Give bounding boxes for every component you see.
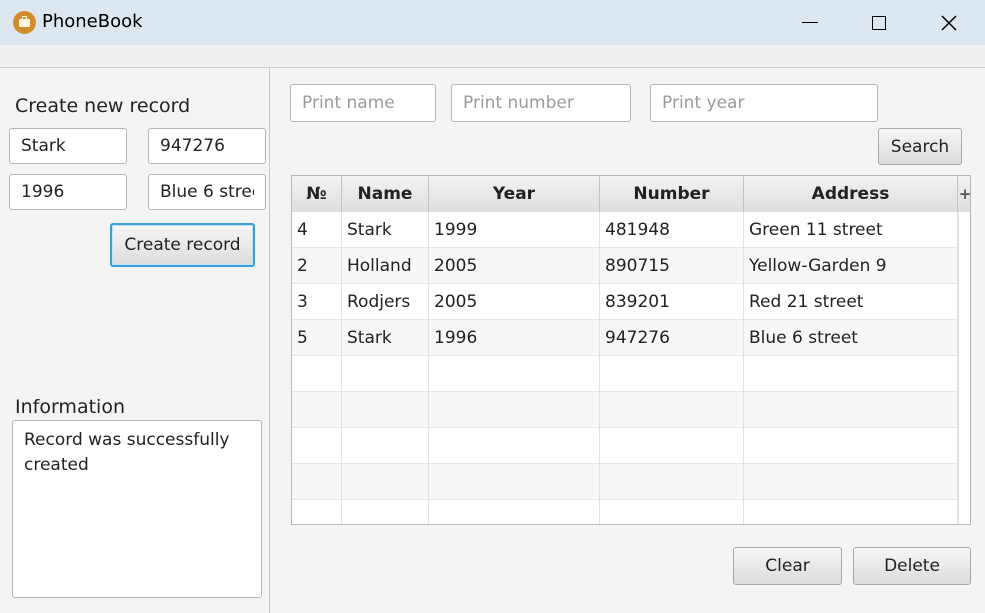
- table-row[interactable]: 4 Stark 1999 481948 Green 11 street: [292, 212, 960, 248]
- information-text-area[interactable]: Record was successfully created: [12, 420, 262, 598]
- empty-cell: [600, 500, 744, 524]
- empty-cell: [600, 356, 744, 392]
- cell-address: Blue 6 street: [744, 320, 958, 356]
- empty-table-row: [292, 356, 960, 392]
- cell-number: 947276: [600, 320, 744, 356]
- table-row[interactable]: 3 Rodjers 2005 839201 Red 21 street: [292, 284, 960, 320]
- cell-address: Red 21 street: [744, 284, 958, 320]
- maximize-button[interactable]: [848, 0, 910, 45]
- column-header-name[interactable]: Name: [342, 176, 429, 212]
- empty-cell: [342, 428, 429, 464]
- address-field[interactable]: [148, 174, 266, 210]
- cell-address: Green 11 street: [744, 212, 958, 248]
- cell-name: Rodjers: [342, 284, 429, 320]
- empty-cell: [744, 356, 958, 392]
- window-title: PhoneBook: [42, 11, 143, 32]
- empty-cell: [292, 464, 342, 500]
- cell-year: 2005: [429, 284, 600, 320]
- cell-number: 481948: [600, 212, 744, 248]
- records-table[interactable]: № Name Year Number Address + 4 Stark 199…: [291, 175, 971, 525]
- column-header-address[interactable]: Address: [744, 176, 958, 212]
- column-header-id[interactable]: №: [292, 176, 342, 212]
- cell-id: 5: [292, 320, 342, 356]
- table-row[interactable]: 5 Stark 1996 947276 Blue 6 street: [292, 320, 960, 356]
- create-record-heading: Create new record: [15, 95, 191, 117]
- cell-number: 890715: [600, 248, 744, 284]
- column-header-year[interactable]: Year: [429, 176, 600, 212]
- cell-id: 3: [292, 284, 342, 320]
- name-field[interactable]: [9, 128, 127, 164]
- cell-id: 4: [292, 212, 342, 248]
- empty-cell: [429, 356, 600, 392]
- cell-name: Stark: [342, 320, 429, 356]
- empty-cell: [600, 464, 744, 500]
- empty-cell: [429, 392, 600, 428]
- empty-table-row: [292, 392, 960, 428]
- empty-cell: [744, 464, 958, 500]
- empty-cell: [429, 464, 600, 500]
- delete-button[interactable]: Delete: [853, 547, 971, 585]
- column-menu-button[interactable]: +: [958, 176, 970, 212]
- cell-year: 1999: [429, 212, 600, 248]
- create-record-button[interactable]: Create record: [110, 223, 255, 267]
- empty-cell: [342, 356, 429, 392]
- empty-cell: [744, 500, 958, 524]
- empty-cell: [292, 428, 342, 464]
- maximize-icon: [872, 15, 886, 30]
- close-icon: [941, 14, 957, 31]
- search-button[interactable]: Search: [878, 128, 962, 165]
- cell-year: 2005: [429, 248, 600, 284]
- table-row[interactable]: 2 Holland 2005 890715 Yellow-Garden 9: [292, 248, 960, 284]
- information-heading: Information: [15, 396, 125, 418]
- menu-strip: [0, 45, 985, 68]
- search-name-input[interactable]: [290, 84, 436, 122]
- empty-cell: [744, 428, 958, 464]
- number-field[interactable]: [148, 128, 266, 164]
- table-header: № Name Year Number Address +: [292, 176, 970, 213]
- search-year-input[interactable]: [650, 84, 878, 122]
- empty-table-row: [292, 500, 960, 524]
- table-scroll-column: [958, 212, 970, 524]
- empty-table-row: [292, 428, 960, 464]
- cell-address: Yellow-Garden 9: [744, 248, 958, 284]
- search-number-input[interactable]: [451, 84, 631, 122]
- empty-cell: [292, 500, 342, 524]
- empty-cell: [600, 428, 744, 464]
- cell-id: 2: [292, 248, 342, 284]
- clear-button[interactable]: Clear: [733, 547, 842, 585]
- cell-year: 1996: [429, 320, 600, 356]
- empty-cell: [744, 392, 958, 428]
- empty-cell: [292, 392, 342, 428]
- empty-cell: [342, 392, 429, 428]
- empty-cell: [342, 464, 429, 500]
- cell-name: Stark: [342, 212, 429, 248]
- column-header-number[interactable]: Number: [600, 176, 744, 212]
- minimize-icon: [802, 21, 818, 24]
- empty-cell: [429, 428, 600, 464]
- cell-number: 839201: [600, 284, 744, 320]
- empty-cell: [342, 500, 429, 524]
- cell-name: Holland: [342, 248, 429, 284]
- empty-cell: [429, 500, 600, 524]
- briefcase-icon: [13, 11, 36, 34]
- minimize-button[interactable]: [779, 0, 841, 45]
- year-field[interactable]: [9, 174, 127, 210]
- empty-cell: [600, 392, 744, 428]
- empty-cell: [292, 356, 342, 392]
- empty-table-row: [292, 464, 960, 500]
- close-button[interactable]: [918, 0, 980, 45]
